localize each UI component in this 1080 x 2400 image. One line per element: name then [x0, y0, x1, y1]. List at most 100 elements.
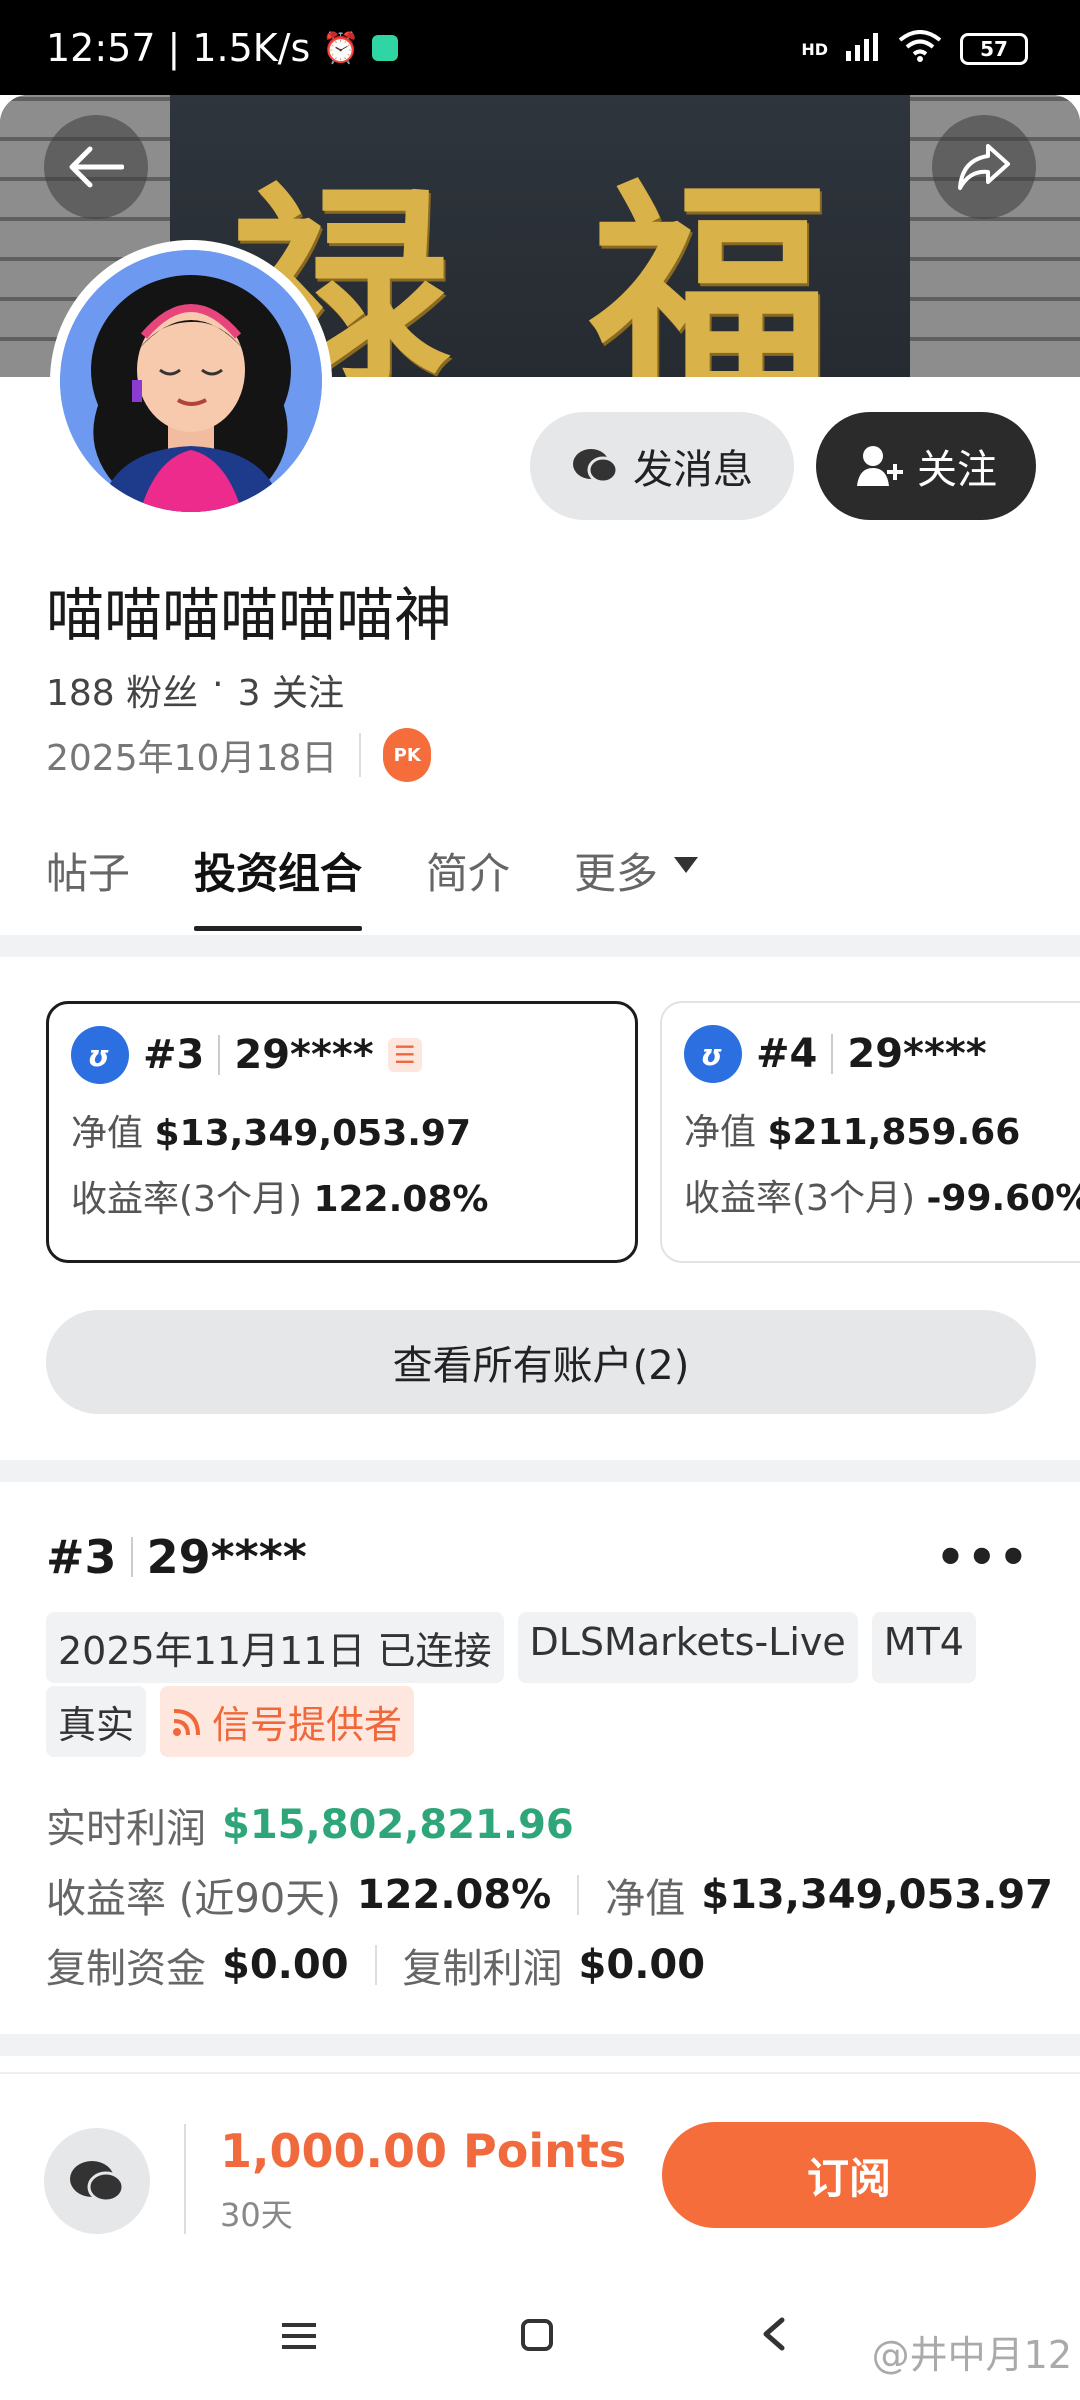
return-label: 收益率 (近90天): [46, 1876, 341, 1922]
pk-badge-icon[interactable]: PK: [383, 728, 432, 782]
watermark: @井中月12: [871, 2333, 1072, 2377]
account-return-line: 收益率(3个月) 122.08%: [71, 1170, 613, 1222]
stats-dot: ·: [212, 664, 224, 705]
return-label: 收益率(3个月): [684, 1178, 915, 1219]
back-button[interactable]: [44, 115, 148, 219]
subscription-price: 1,000.00 Points: [220, 2124, 627, 2178]
return-value: -99.60%: [926, 1178, 1080, 1219]
battery-icon: 57: [960, 33, 1028, 65]
wifi-icon: [898, 30, 942, 68]
account-equity-line: 净值 $13,349,053.97: [71, 1104, 613, 1156]
detail-id: 29****: [146, 1530, 307, 1584]
profile-name: 喵喵喵喵喵喵神: [46, 581, 453, 649]
realtime-profit-row: 实时利润 $15,802,821.96: [46, 1796, 574, 1854]
menu-icon[interactable]: [280, 2316, 318, 2362]
more-options-icon[interactable]: •••: [936, 1530, 1030, 1584]
account-rank: #4: [756, 1031, 818, 1077]
profile-meta: 2025年10月18日 PK: [46, 728, 432, 782]
tab-posts[interactable]: 帖子: [46, 840, 130, 931]
follow-button[interactable]: 关注: [816, 412, 1036, 520]
detail-tags: 2025年11月11日 已连接 DLSMarkets-Live MT4: [46, 1612, 976, 1683]
hd-label: HD: [801, 39, 828, 59]
bar-divider: [184, 2124, 186, 2234]
avatar[interactable]: [50, 240, 332, 522]
tab-label: 更多: [574, 849, 659, 898]
back-arrow-icon: [69, 146, 124, 188]
account-card-header: ʊ #3 29**** ☰: [71, 1026, 613, 1084]
tab-label: 简介: [426, 849, 511, 898]
subscribe-label: 订阅: [806, 2153, 891, 2203]
return-value: 122.08%: [313, 1179, 489, 1220]
banner-plaque-char: 福: [590, 157, 831, 377]
system-nav-bar: @井中月12: [0, 2270, 1080, 2400]
followers-count[interactable]: 188 粉丝: [46, 664, 198, 716]
subscription-period: 30天: [220, 2196, 293, 2234]
signal-provider-icon: ☰: [387, 1038, 422, 1072]
signal-icon: [846, 31, 880, 67]
equity-label: 净值: [605, 1876, 686, 1922]
network-speed: 1.5K/s: [192, 26, 311, 70]
section-divider: [0, 1460, 1080, 1482]
joined-date: 2025年10月18日: [46, 738, 338, 779]
tab-portfolio[interactable]: 投资组合: [194, 840, 363, 931]
share-icon: [958, 144, 1010, 190]
send-message-label: 发消息: [633, 447, 753, 493]
broker-logo-icon: ʊ: [71, 1026, 129, 1084]
view-all-accounts-button[interactable]: 查看所有账户(2): [46, 1310, 1036, 1414]
profit-label: 实时利润: [46, 1806, 206, 1852]
copy-funds-value: $0.00: [222, 1942, 349, 1988]
equity-value: $13,349,053.97: [154, 1113, 472, 1154]
platform-tag: MT4: [871, 1612, 976, 1683]
account-return-line: 收益率(3个月) -99.60%: [684, 1169, 1080, 1221]
server-tag: DLSMarkets-Live: [517, 1612, 858, 1683]
add-user-icon: [857, 446, 903, 486]
detail-rank: #3: [46, 1530, 117, 1584]
section-divider: [0, 2034, 1080, 2056]
chat-bubble-icon: [70, 2161, 125, 2203]
profit-value: $15,802,821.96: [222, 1802, 574, 1848]
view-all-label: 查看所有账户(2): [392, 1343, 690, 1389]
account-equity-line: 净值 $211,859.66: [684, 1103, 1080, 1155]
account-id: 29****: [234, 1032, 374, 1078]
header-divider: [218, 1035, 221, 1075]
subscribe-button[interactable]: 订阅: [662, 2122, 1036, 2228]
equity-label: 净值: [71, 1113, 144, 1154]
broker-logo-icon: ʊ: [684, 1025, 742, 1083]
return-label: 收益率(3个月): [71, 1179, 302, 1220]
connected-tag: 2025年11月11日 已连接: [46, 1612, 504, 1683]
tab-intro[interactable]: 简介: [426, 840, 510, 931]
pk-badge-label: PK: [393, 744, 421, 766]
row-divider: [577, 1875, 580, 1915]
avatar-image: [60, 250, 322, 512]
caret-down-icon: [674, 857, 699, 873]
meta-divider: [359, 733, 362, 777]
account-card[interactable]: ʊ #4 29**** 净值 $211,859.66 收益率(3个月) -99.…: [660, 1001, 1080, 1263]
return-value: 122.08%: [356, 1872, 552, 1918]
tab-more[interactable]: 更多: [574, 840, 700, 931]
profile-tabs: 帖子 投资组合 简介 更多: [46, 840, 700, 931]
copy-profit-value: $0.00: [578, 1942, 706, 1988]
chat-button[interactable]: [44, 2128, 150, 2234]
send-message-button[interactable]: 发消息: [530, 412, 794, 520]
equity-value: $13,349,053.97: [701, 1872, 1054, 1918]
copy-funds-label: 复制资金: [46, 1946, 206, 1992]
home-icon[interactable]: [520, 2316, 554, 2362]
battery-level: 57: [980, 37, 1008, 61]
app-notification-icon: [371, 35, 398, 61]
account-id: 29****: [847, 1031, 987, 1077]
profile-stats: 188 粉丝 · 3 关注: [46, 664, 344, 716]
status-bar: 12:57 | 1.5K/s ⏰ HD 57: [0, 0, 1080, 95]
header-divider: [831, 1034, 834, 1074]
following-count[interactable]: 3 关注: [238, 664, 344, 716]
status-divider: |: [167, 26, 181, 70]
account-card-selected[interactable]: ʊ #3 29**** ☰ 净值 $13,349,053.97 收益率(3个月)…: [46, 1001, 638, 1263]
share-button[interactable]: [932, 115, 1036, 219]
chat-bubble-icon: [573, 449, 619, 484]
back-nav-icon[interactable]: [760, 2316, 786, 2362]
row-divider: [374, 1945, 377, 1985]
status-right: HD 57: [801, 30, 1028, 68]
return-equity-row: 收益率 (近90天) 122.08% 净值 $13,349,053.97: [46, 1866, 1053, 1924]
detail-tags-second: 真实 信号提供者: [46, 1686, 415, 1757]
rss-icon: [173, 1708, 201, 1736]
header-divider: [130, 1537, 133, 1577]
